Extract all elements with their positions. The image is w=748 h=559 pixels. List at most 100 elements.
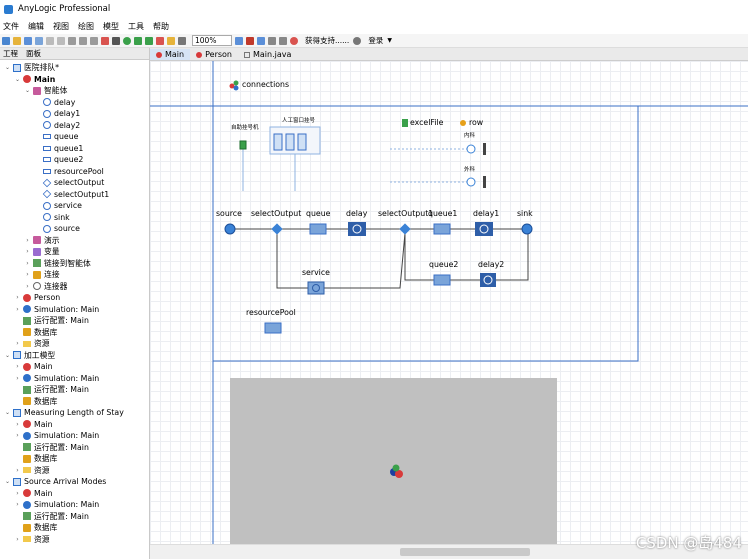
menu-draw[interactable]: 绘图 [78,21,94,32]
tree-item[interactable]: ⌄ 智能体 [0,85,149,97]
redo-icon[interactable] [57,36,65,45]
menu-edit[interactable]: 编辑 [28,21,44,32]
save-all-icon[interactable] [35,36,43,45]
chevron-right-icon[interactable]: › [14,488,21,499]
menu-file[interactable]: 文件 [3,21,19,32]
pan-icon[interactable] [279,36,287,45]
delay2-label[interactable]: delay2 [478,260,504,269]
run-icon[interactable] [134,36,142,45]
tab-palette[interactable]: 面板 [26,48,41,59]
tree-item[interactable]: queue2 [0,154,149,166]
tree-item[interactable]: › 变量 [0,246,149,258]
chevron-right-icon[interactable]: › [14,499,21,510]
chevron-down-icon[interactable]: ▼ [387,37,392,44]
chevron-right-icon[interactable]: › [14,361,21,372]
cut-icon[interactable] [68,36,76,45]
resource-pool-label[interactable]: resourcePool [246,308,296,317]
tree-item[interactable]: queue [0,131,149,143]
undo-icon[interactable] [46,36,54,45]
service-label[interactable]: service [302,268,330,277]
build-icon[interactable] [123,36,131,45]
chevron-right-icon[interactable]: › [14,292,21,303]
stop-icon[interactable] [156,36,164,45]
tab-main-java[interactable]: Main.java [238,49,297,60]
tree-item[interactable]: 数据库 [0,396,149,408]
tree-item[interactable]: service [0,200,149,212]
tree-item[interactable]: › 连接器 [0,281,149,293]
tree-item[interactable]: › 链接到智能体 [0,258,149,270]
login-button[interactable]: 登录 [368,35,383,46]
zoom-select[interactable]: 100% [192,35,232,46]
chevron-right-icon[interactable]: › [24,258,31,269]
tree-item[interactable]: ⌄ Source Arrival Modes [0,476,149,488]
tree-item[interactable]: › Simulation: Main [0,373,149,385]
tree-item[interactable]: › Simulation: Main [0,430,149,442]
palette-icon[interactable] [246,36,254,45]
tree-item[interactable]: › 资源 [0,465,149,477]
save-icon[interactable] [24,36,32,45]
tree-item[interactable]: selectOutput [0,177,149,189]
menu-model[interactable]: 模型 [103,21,119,32]
open-icon[interactable] [13,36,21,45]
tree-item[interactable]: source [0,223,149,235]
cursor-icon[interactable] [268,36,276,45]
chevron-right-icon[interactable]: › [24,235,31,246]
tree-item[interactable]: 数据库 [0,327,149,339]
search-icon[interactable] [178,36,186,45]
chevron-right-icon[interactable]: › [14,465,21,476]
print-icon[interactable] [112,36,120,45]
connections-label[interactable]: connections [242,80,289,89]
chevron-right-icon[interactable]: › [14,430,21,441]
menu-view[interactable]: 视图 [53,21,69,32]
tree-item[interactable]: 运行配置: Main [0,442,149,454]
tree-item[interactable]: selectOutput1 [0,189,149,201]
delay-label[interactable]: delay [346,209,367,218]
excel-file-label[interactable]: excelFile [410,118,443,127]
tree-item[interactable]: delay2 [0,120,149,132]
tree-item[interactable]: › 连接 [0,269,149,281]
chevron-down-icon[interactable]: ⌄ [4,350,11,361]
tree-item[interactable]: ⌄ 加工模型 [0,350,149,362]
tree-item[interactable]: 运行配置: Main [0,511,149,523]
wand-icon[interactable] [167,36,175,45]
chevron-right-icon[interactable]: › [14,534,21,545]
tree-item[interactable]: delay1 [0,108,149,120]
chevron-down-icon[interactable]: ⌄ [14,74,21,85]
tree-item[interactable]: ⌄ Main [0,74,149,86]
row-label[interactable]: row [469,118,483,127]
new-icon[interactable] [2,36,10,45]
chevron-right-icon[interactable]: › [14,373,21,384]
chevron-right-icon[interactable]: › [24,246,31,257]
chevron-right-icon[interactable]: › [24,269,31,280]
chevron-down-icon[interactable]: ⌄ [4,407,11,418]
queue1-label[interactable]: queue1 [428,209,457,218]
tree-item[interactable]: 数据库 [0,522,149,534]
tree-item[interactable]: › 资源 [0,338,149,350]
chevron-right-icon[interactable]: › [24,281,31,292]
graphical-editor-canvas[interactable]: connections 自助挂号机 人工窗口挂号 excelFile row 内… [150,61,748,544]
tab-main[interactable]: Main [150,49,191,60]
queue2-label[interactable]: queue2 [429,260,458,269]
scrollbar-thumb[interactable] [400,548,530,556]
queue-label[interactable]: queue [306,209,330,218]
delay1-label[interactable]: delay1 [473,209,499,218]
tree-item[interactable]: queue1 [0,143,149,155]
select-output-label[interactable]: selectOutput [251,209,301,218]
tree-item[interactable]: ⌄ Measuring Length of Stay [0,407,149,419]
tree-item[interactable]: › Simulation: Main [0,499,149,511]
chevron-right-icon[interactable]: › [14,338,21,349]
delete-icon[interactable] [101,36,109,45]
chevron-down-icon[interactable]: ⌄ [4,62,11,73]
tree-item[interactable]: › 资源 [0,534,149,546]
chevron-right-icon[interactable]: › [14,419,21,430]
tree-item[interactable]: 运行配置: Main [0,384,149,396]
tree-item[interactable]: › Simulation: Main [0,304,149,316]
debug-icon[interactable] [145,36,153,45]
3d-window[interactable] [230,378,557,544]
tree-item[interactable]: delay [0,97,149,109]
paste-icon[interactable] [90,36,98,45]
menu-help[interactable]: 帮助 [153,21,169,32]
tree-item[interactable]: › Person [0,292,149,304]
chevron-down-icon[interactable]: ⌄ [24,85,31,96]
copy-icon[interactable] [79,36,87,45]
